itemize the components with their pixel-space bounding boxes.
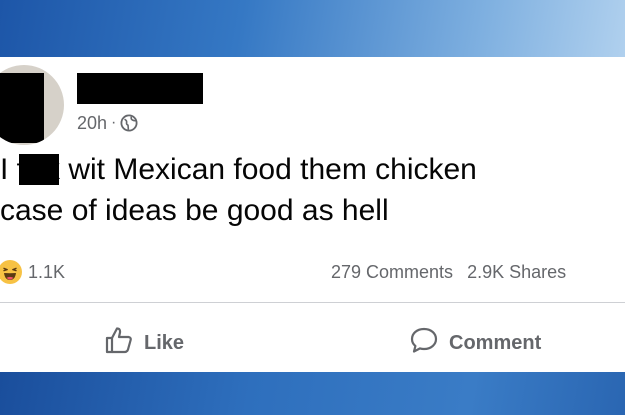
post-text-line1-end: k wit Mexican food them chicken [45, 153, 477, 186]
comment-label: Comment [449, 331, 542, 354]
post-timestamp[interactable]: 20h [77, 112, 107, 134]
facebook-post: 20h · I fk wit Mexican food them chicken… [0, 57, 625, 372]
reactions-summary[interactable]: 1.1K [0, 260, 65, 284]
haha-icon [0, 260, 22, 284]
meta-separator: · [111, 114, 117, 131]
shares-count[interactable]: 2.9K Shares [467, 262, 566, 283]
censor-bar [19, 154, 60, 185]
thumbs-up-icon [104, 325, 134, 361]
comment-button[interactable]: Comment [409, 325, 541, 361]
reaction-count: 1.1K [28, 261, 66, 282]
globe-icon [120, 114, 138, 132]
comments-count[interactable]: 279 Comments [331, 262, 453, 283]
post-text-line2: case of ideas be good as hell [0, 194, 389, 227]
comment-bubble-icon [409, 325, 439, 361]
avatar-redaction [0, 73, 44, 143]
engagement-counts: 279 Comments 2.9K Shares [331, 262, 566, 283]
post-text: I fk wit Mexican food them chicken case o… [0, 149, 625, 231]
author-name-redaction [77, 73, 203, 104]
like-button[interactable]: Like [104, 325, 184, 361]
like-label: Like [144, 331, 185, 354]
post-meta: 20h · [77, 112, 138, 134]
avatar[interactable] [0, 65, 64, 145]
background-band [0, 372, 625, 415]
divider [0, 302, 625, 303]
